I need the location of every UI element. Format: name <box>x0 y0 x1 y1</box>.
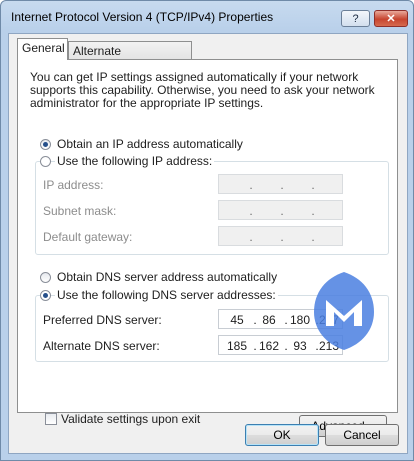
ok-button[interactable]: OK <box>245 424 319 446</box>
preferred-dns-octet-2[interactable]: 86 <box>257 313 281 327</box>
dialog-window: Internet Protocol Version 4 (TCP/IPv4) P… <box>0 0 414 461</box>
validate-checkbox[interactable] <box>45 413 57 425</box>
dns-manual-label[interactable]: Use the following DNS server addresses: <box>55 288 278 302</box>
subnet-mask-field: ... <box>218 200 343 220</box>
ip-address-label: IP address: <box>43 178 104 192</box>
close-button[interactable]: ✕ <box>374 10 408 27</box>
ip-address-field: ... <box>218 174 343 194</box>
cancel-button[interactable]: Cancel <box>325 424 399 446</box>
ip-manual-radio[interactable] <box>40 156 51 167</box>
preferred-dns-label: Preferred DNS server: <box>43 313 162 327</box>
general-tab-panel: You can get IP settings assigned automat… <box>17 59 398 437</box>
preferred-dns-octet-1[interactable]: 45 <box>225 313 249 327</box>
default-gateway-field: ... <box>218 226 343 246</box>
intro-text: You can get IP settings assigned automat… <box>30 70 375 110</box>
alternate-dns-label: Alternate DNS server: <box>43 339 160 353</box>
default-gateway-label: Default gateway: <box>43 230 133 244</box>
tab-alternate-configuration[interactable]: Alternate Configuration <box>68 41 192 77</box>
dialog-client: General Alternate Configuration You can … <box>8 33 408 454</box>
title-bar[interactable]: Internet Protocol Version 4 (TCP/IPv4) P… <box>1 1 413 33</box>
tab-general[interactable]: General <box>17 38 68 60</box>
dns-manual-radio[interactable] <box>40 290 51 301</box>
dns-auto-radio[interactable] <box>40 272 51 283</box>
validate-label[interactable]: Validate settings upon exit <box>61 412 200 426</box>
alternate-dns-octet-2[interactable]: 162 <box>257 339 281 353</box>
ip-auto-label[interactable]: Obtain an IP address automatically <box>57 137 243 151</box>
help-button[interactable]: ? <box>341 10 370 27</box>
ip-auto-radio[interactable] <box>40 139 51 150</box>
malwarebytes-logo-icon <box>314 272 374 350</box>
dns-auto-label[interactable]: Obtain DNS server address automatically <box>57 270 277 284</box>
window-title: Internet Protocol Version 4 (TCP/IPv4) P… <box>11 10 274 24</box>
subnet-mask-label: Subnet mask: <box>43 204 117 218</box>
ip-manual-label[interactable]: Use the following IP address: <box>55 154 215 168</box>
alternate-dns-octet-1[interactable]: 185 <box>225 339 249 353</box>
